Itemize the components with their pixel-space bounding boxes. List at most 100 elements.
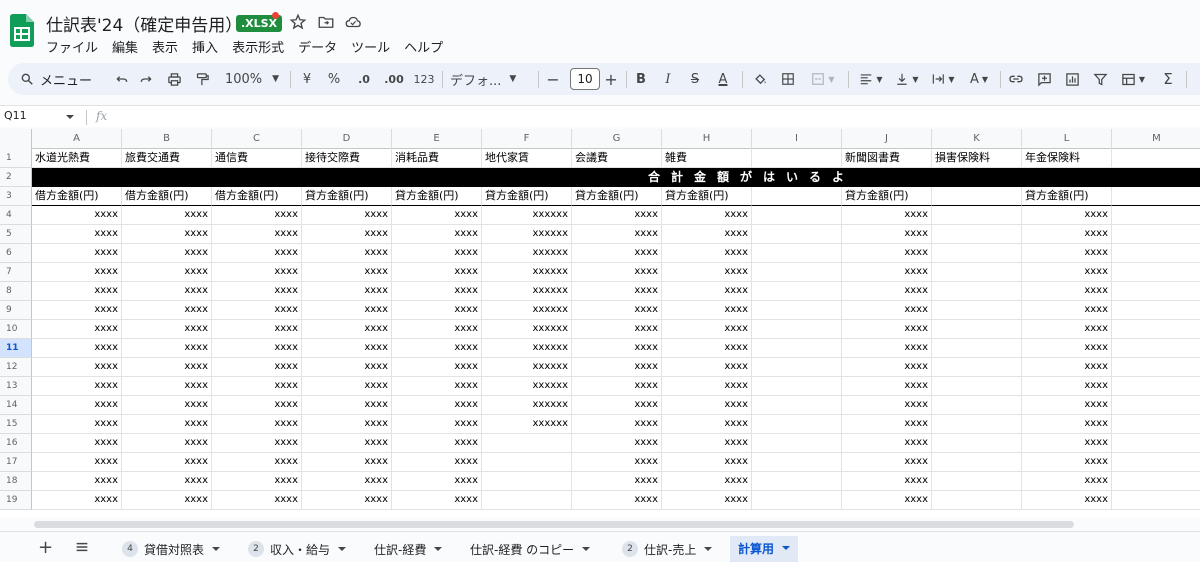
row-header[interactable]: 13 [0, 377, 32, 396]
cell-a[interactable]: xxxx [32, 472, 122, 491]
cell-a[interactable]: xxxx [32, 301, 122, 320]
cell-g[interactable]: xxxx [572, 434, 662, 453]
cell-d[interactable]: xxxx [302, 263, 392, 282]
cell-g[interactable]: xxxx [572, 491, 662, 510]
cell-d[interactable]: xxxx [302, 491, 392, 510]
row-header[interactable]: 16 [0, 434, 32, 453]
row-header[interactable]: 11 [0, 339, 32, 358]
cell-e[interactable]: xxxx [392, 491, 482, 510]
cell-b[interactable]: xxxx [122, 225, 212, 244]
cell-b[interactable]: xxxx [122, 282, 212, 301]
cell-j[interactable]: xxxx [842, 206, 932, 225]
font-size-input[interactable]: 10 [570, 68, 600, 90]
cell-l[interactable]: xxxx [1022, 434, 1112, 453]
cell-a[interactable]: xxxx [32, 320, 122, 339]
cell-l[interactable]: xxxx [1022, 396, 1112, 415]
cell-k[interactable] [932, 301, 1022, 320]
row-header[interactable]: 12 [0, 358, 32, 377]
cell-l[interactable]: xxxx [1022, 206, 1112, 225]
cell-k[interactable] [932, 358, 1022, 377]
cell-m[interactable] [1112, 491, 1200, 510]
cell-i[interactable] [752, 472, 842, 491]
cell-h[interactable]: xxxx [662, 434, 752, 453]
cell-h[interactable]: 貸方金額(円) [662, 187, 752, 206]
cell-f[interactable] [482, 434, 572, 453]
cell-g[interactable]: 会議費 [572, 149, 662, 168]
cell-m[interactable] [1112, 396, 1200, 415]
cell-a[interactable]: xxxx [32, 434, 122, 453]
chevron-down-icon[interactable] [66, 115, 74, 119]
sheet-tab[interactable]: 2 収入・給与 [240, 536, 354, 562]
cell-f[interactable] [482, 472, 572, 491]
cell-g[interactable]: xxxx [572, 415, 662, 434]
column-header-m[interactable]: M [1112, 129, 1200, 149]
cell-g[interactable]: xxxx [572, 358, 662, 377]
cell-a[interactable]: xxxx [32, 282, 122, 301]
cell-m[interactable] [1112, 377, 1200, 396]
cell-l[interactable]: xxxx [1022, 301, 1112, 320]
cell-a[interactable]: xxxx [32, 491, 122, 510]
text-color-button[interactable]: A [713, 63, 733, 95]
cell-c[interactable]: xxxx [212, 282, 302, 301]
cell-j[interactable]: xxxx [842, 453, 932, 472]
zoom-select[interactable]: 100% ▼ [222, 63, 282, 95]
cell-e[interactable]: xxxx [392, 358, 482, 377]
cell-l[interactable]: xxxx [1022, 415, 1112, 434]
menu-format[interactable]: 表示形式 [232, 37, 290, 56]
cell-b[interactable]: xxxx [122, 396, 212, 415]
cell-h[interactable]: 雑費 [662, 149, 752, 168]
cell-i[interactable] [752, 339, 842, 358]
row-header[interactable]: 7 [0, 263, 32, 282]
row-header[interactable]: 19 [0, 491, 32, 510]
column-header-i[interactable]: I [752, 129, 842, 149]
cell-d[interactable]: xxxx [302, 415, 392, 434]
cell-j[interactable]: xxxx [842, 491, 932, 510]
cell-m[interactable] [1112, 339, 1200, 358]
cell-h[interactable]: xxxx [662, 225, 752, 244]
cell-e[interactable]: xxxx [392, 263, 482, 282]
name-box[interactable]: Q11 [4, 109, 27, 122]
cell-m[interactable] [1112, 225, 1200, 244]
cell-b[interactable]: xxxx [122, 434, 212, 453]
row-header[interactable]: 18 [0, 472, 32, 491]
cell-h[interactable]: xxxx [662, 377, 752, 396]
cell-c[interactable]: xxxx [212, 301, 302, 320]
cell-i[interactable] [752, 301, 842, 320]
cell-h[interactable]: xxxx [662, 244, 752, 263]
insert-chart-button[interactable] [1062, 63, 1082, 95]
cell-h[interactable]: xxxx [662, 282, 752, 301]
cell-e[interactable]: xxxx [392, 320, 482, 339]
cell-k[interactable] [932, 225, 1022, 244]
cell-h[interactable]: xxxx [662, 206, 752, 225]
cell-g[interactable]: xxxx [572, 453, 662, 472]
cell-b[interactable]: xxxx [122, 491, 212, 510]
document-title[interactable]: 仕訳表'24（確定申告用） [46, 11, 242, 36]
cell-c[interactable]: xxxx [212, 206, 302, 225]
number-format-button[interactable]: 123 [412, 63, 436, 95]
cell-k[interactable] [932, 339, 1022, 358]
column-header-d[interactable]: D [302, 129, 392, 149]
chevron-down-icon[interactable] [704, 547, 713, 551]
cell-g[interactable]: xxxx [572, 225, 662, 244]
print-button[interactable] [164, 63, 184, 95]
cell-b[interactable]: xxxx [122, 339, 212, 358]
currency-format-button[interactable]: ¥ [299, 63, 315, 95]
cell-k[interactable] [932, 453, 1022, 472]
cell-e[interactable]: 貸方金額(円) [392, 187, 482, 206]
strikethrough-button[interactable]: S [686, 63, 704, 95]
row-header[interactable]: 3 [0, 187, 32, 206]
chevron-down-icon[interactable] [582, 547, 591, 551]
cell-g[interactable]: 貸方金額(円) [572, 187, 662, 206]
cell-a[interactable]: xxxx [32, 339, 122, 358]
cell-a[interactable]: xxxx [32, 225, 122, 244]
cell-i[interactable] [752, 244, 842, 263]
column-header-h[interactable]: H [662, 129, 752, 149]
cell-c[interactable]: xxxx [212, 225, 302, 244]
filter-button[interactable] [1090, 63, 1110, 95]
cell-f[interactable]: xxxxxx [482, 206, 572, 225]
menu-edit[interactable]: 編集 [112, 37, 144, 56]
cell-g[interactable]: xxxx [572, 472, 662, 491]
cell-g[interactable]: xxxx [572, 206, 662, 225]
cell-m[interactable] [1112, 263, 1200, 282]
insert-comment-button[interactable] [1034, 63, 1054, 95]
